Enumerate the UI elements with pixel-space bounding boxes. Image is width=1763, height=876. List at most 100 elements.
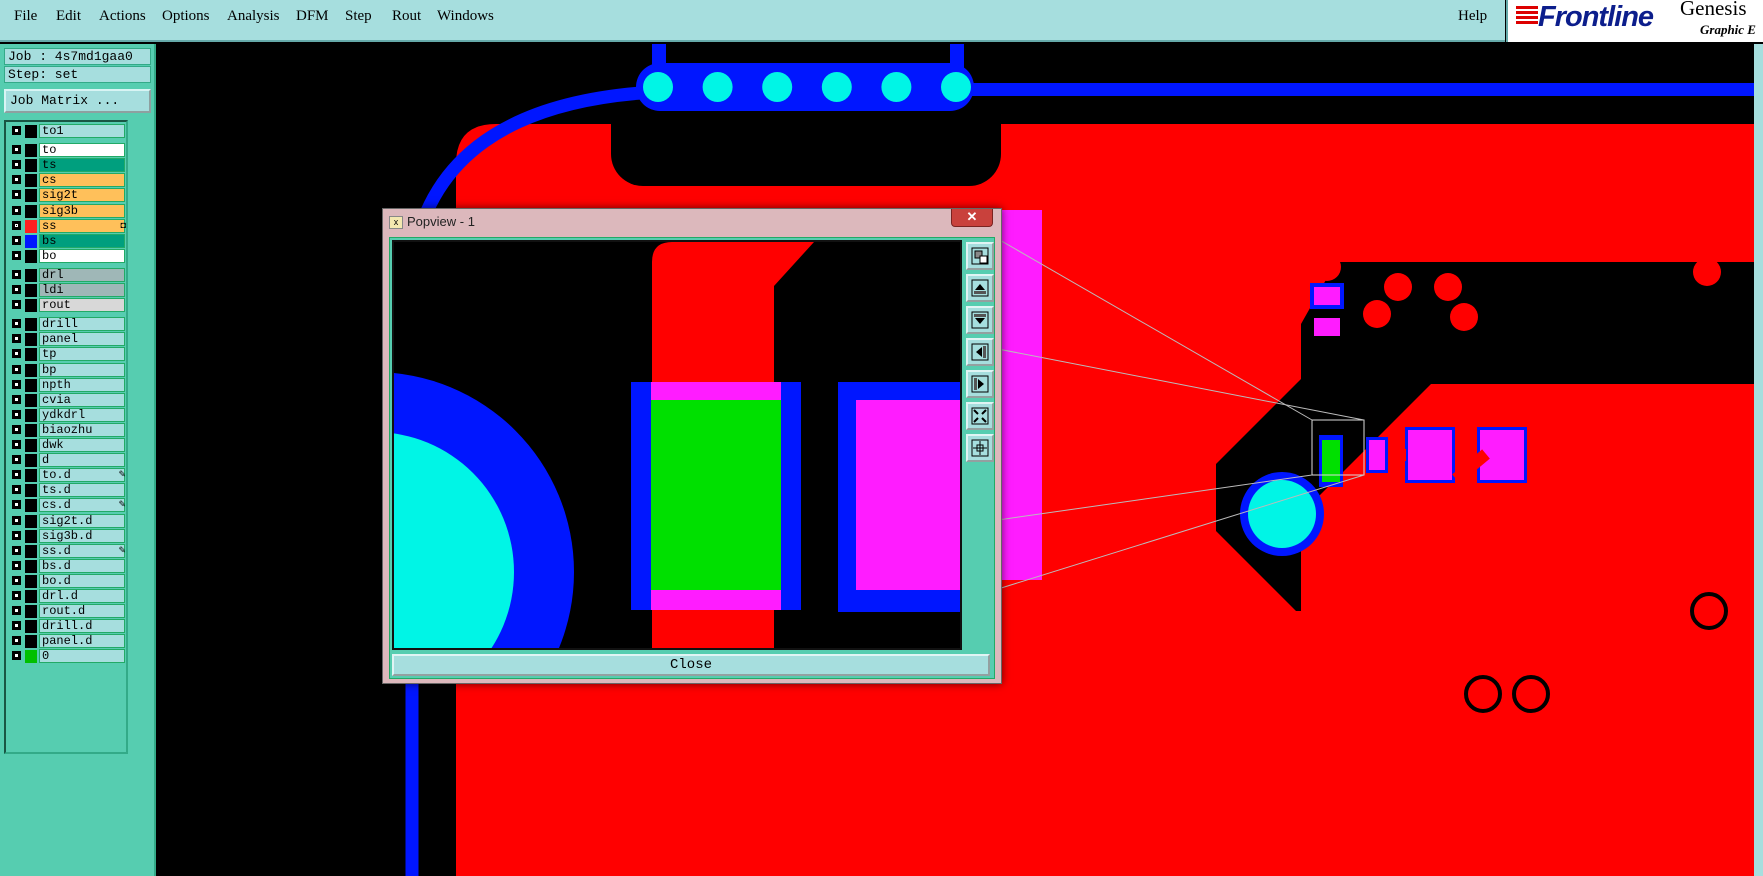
layer-name[interactable]: bp	[39, 362, 125, 377]
popview-zoom-view[interactable]	[392, 240, 962, 650]
layer-row[interactable]: to.d ✎	[8, 468, 128, 483]
layer-color-swatch[interactable]	[25, 174, 37, 188]
layer-checkbox[interactable]	[12, 205, 21, 215]
layer-color-swatch[interactable]	[25, 439, 37, 452]
layer-checkbox[interactable]	[12, 636, 21, 646]
layer-checkbox[interactable]	[12, 160, 21, 170]
layer-checkbox[interactable]	[12, 606, 21, 616]
layer-name[interactable]: tp	[39, 347, 125, 362]
layer-checkbox[interactable]	[12, 424, 21, 434]
layer-color-swatch[interactable]	[25, 189, 37, 203]
layer-color-swatch[interactable]	[25, 348, 37, 362]
layer-checkbox[interactable]	[12, 220, 21, 230]
layer-row[interactable]: ydkdrl	[8, 407, 128, 423]
layer-checkbox[interactable]	[12, 440, 21, 449]
layer-color-swatch[interactable]	[25, 408, 37, 422]
layer-checkbox[interactable]	[12, 545, 21, 555]
layer-color-swatch[interactable]	[25, 378, 37, 392]
layer-name[interactable]: drl	[39, 267, 125, 282]
layer-name[interactable]: ydkdrl	[39, 407, 125, 422]
layer-color-swatch[interactable]	[25, 590, 37, 603]
layer-checkbox[interactable]	[12, 485, 21, 495]
layer-row[interactable]: drill	[8, 317, 128, 332]
popview-titlebar[interactable]: x Popview - 1 ✕	[383, 209, 1001, 234]
layer-row[interactable]: drl.d	[8, 589, 128, 604]
layer-row[interactable]: npth	[8, 377, 128, 393]
layer-row[interactable]: rout	[8, 298, 128, 313]
layer-color-swatch[interactable]	[25, 529, 37, 543]
layer-color-swatch[interactable]	[25, 284, 37, 297]
layer-checkbox[interactable]	[12, 500, 21, 510]
layer-name[interactable]: cs	[39, 173, 125, 188]
layer-name[interactable]: dwk	[39, 438, 125, 452]
layer-row[interactable]: rout.d	[8, 604, 128, 619]
layer-checkbox[interactable]	[12, 250, 21, 260]
layer-name[interactable]: to1	[39, 124, 125, 138]
layer-checkbox[interactable]	[12, 319, 21, 329]
layer-name[interactable]: 0	[39, 649, 125, 664]
layer-checkbox[interactable]	[12, 300, 21, 310]
layer-name[interactable]: sig3b	[39, 203, 125, 218]
layer-checkbox[interactable]	[12, 591, 21, 600]
menu-actions[interactable]: Actions	[99, 8, 146, 25]
menu-dfm[interactable]: DFM	[296, 8, 329, 25]
layer-row[interactable]: bp	[8, 362, 128, 378]
layer-checkbox[interactable]	[12, 190, 21, 200]
pan-up-icon[interactable]	[966, 274, 994, 302]
layer-row[interactable]: tp	[8, 347, 128, 362]
layer-row[interactable]: biaozhu	[8, 422, 128, 438]
layer-color-swatch[interactable]	[25, 484, 37, 498]
layer-color-swatch[interactable]	[25, 393, 37, 407]
layer-row[interactable]: cs.d ✎	[8, 498, 128, 513]
layer-checkbox[interactable]	[12, 364, 21, 374]
layer-row[interactable]: bs.d	[8, 558, 128, 574]
layer-row[interactable]: ldi	[8, 283, 128, 298]
layer-checkbox[interactable]	[12, 560, 21, 570]
zoom-area-icon[interactable]	[966, 242, 994, 270]
layer-name[interactable]: ldi	[39, 283, 125, 297]
layer-checkbox[interactable]	[12, 334, 21, 344]
close-button[interactable]: Close	[392, 654, 990, 676]
layer-name[interactable]: sig3b.d	[39, 528, 125, 543]
layer-checkbox[interactable]	[12, 409, 21, 419]
layer-name[interactable]: panel	[39, 332, 125, 347]
layer-name[interactable]: ts	[39, 158, 125, 173]
layer-color-swatch[interactable]	[25, 204, 37, 218]
layer-row[interactable]: ts.d	[8, 483, 128, 498]
layer-checkbox[interactable]	[12, 379, 21, 389]
layer-checkbox[interactable]	[12, 530, 21, 540]
layer-name[interactable]: bs	[39, 233, 125, 248]
layer-row[interactable]: sig2t	[8, 188, 128, 203]
layer-color-swatch[interactable]	[25, 144, 37, 158]
layer-name[interactable]: rout.d	[39, 604, 125, 619]
layer-color-swatch[interactable]	[25, 635, 37, 649]
pan-right-icon[interactable]	[966, 370, 994, 398]
layer-color-swatch[interactable]	[25, 469, 37, 483]
layer-name[interactable]: npth	[39, 377, 125, 392]
menu-edit[interactable]: Edit	[56, 8, 81, 25]
menu-analysis[interactable]: Analysis	[227, 8, 280, 25]
layer-color-swatch[interactable]	[25, 650, 37, 664]
layer-name[interactable]: drill	[39, 317, 125, 332]
layer-row[interactable]: sig2t.d	[8, 513, 128, 529]
layer-name[interactable]: sig2t.d	[39, 513, 125, 528]
layer-color-swatch[interactable]	[25, 363, 37, 377]
layer-row[interactable]: sig3b.d	[8, 528, 128, 544]
job-matrix-button[interactable]: Job Matrix ...	[4, 89, 151, 113]
layer-row[interactable]: ss.d ✎	[8, 543, 128, 559]
layer-color-swatch[interactable]	[25, 499, 37, 513]
layer-row[interactable]: bo	[8, 248, 128, 264]
menu-rout[interactable]: Rout	[392, 8, 421, 25]
layer-checkbox[interactable]	[12, 575, 21, 585]
layer-color-swatch[interactable]	[25, 514, 37, 528]
layer-name[interactable]: ss	[39, 218, 125, 233]
layer-name[interactable]: rout	[39, 298, 125, 313]
layer-color-swatch[interactable]	[25, 299, 37, 313]
layer-row[interactable]: bo.d	[8, 573, 128, 589]
layer-checkbox[interactable]	[12, 145, 21, 155]
layer-color-swatch[interactable]	[25, 423, 37, 437]
menu-help[interactable]: Help	[1458, 8, 1487, 25]
layer-color-swatch[interactable]	[25, 454, 37, 468]
layer-color-swatch[interactable]	[25, 559, 37, 573]
layer-color-swatch[interactable]	[25, 268, 37, 282]
